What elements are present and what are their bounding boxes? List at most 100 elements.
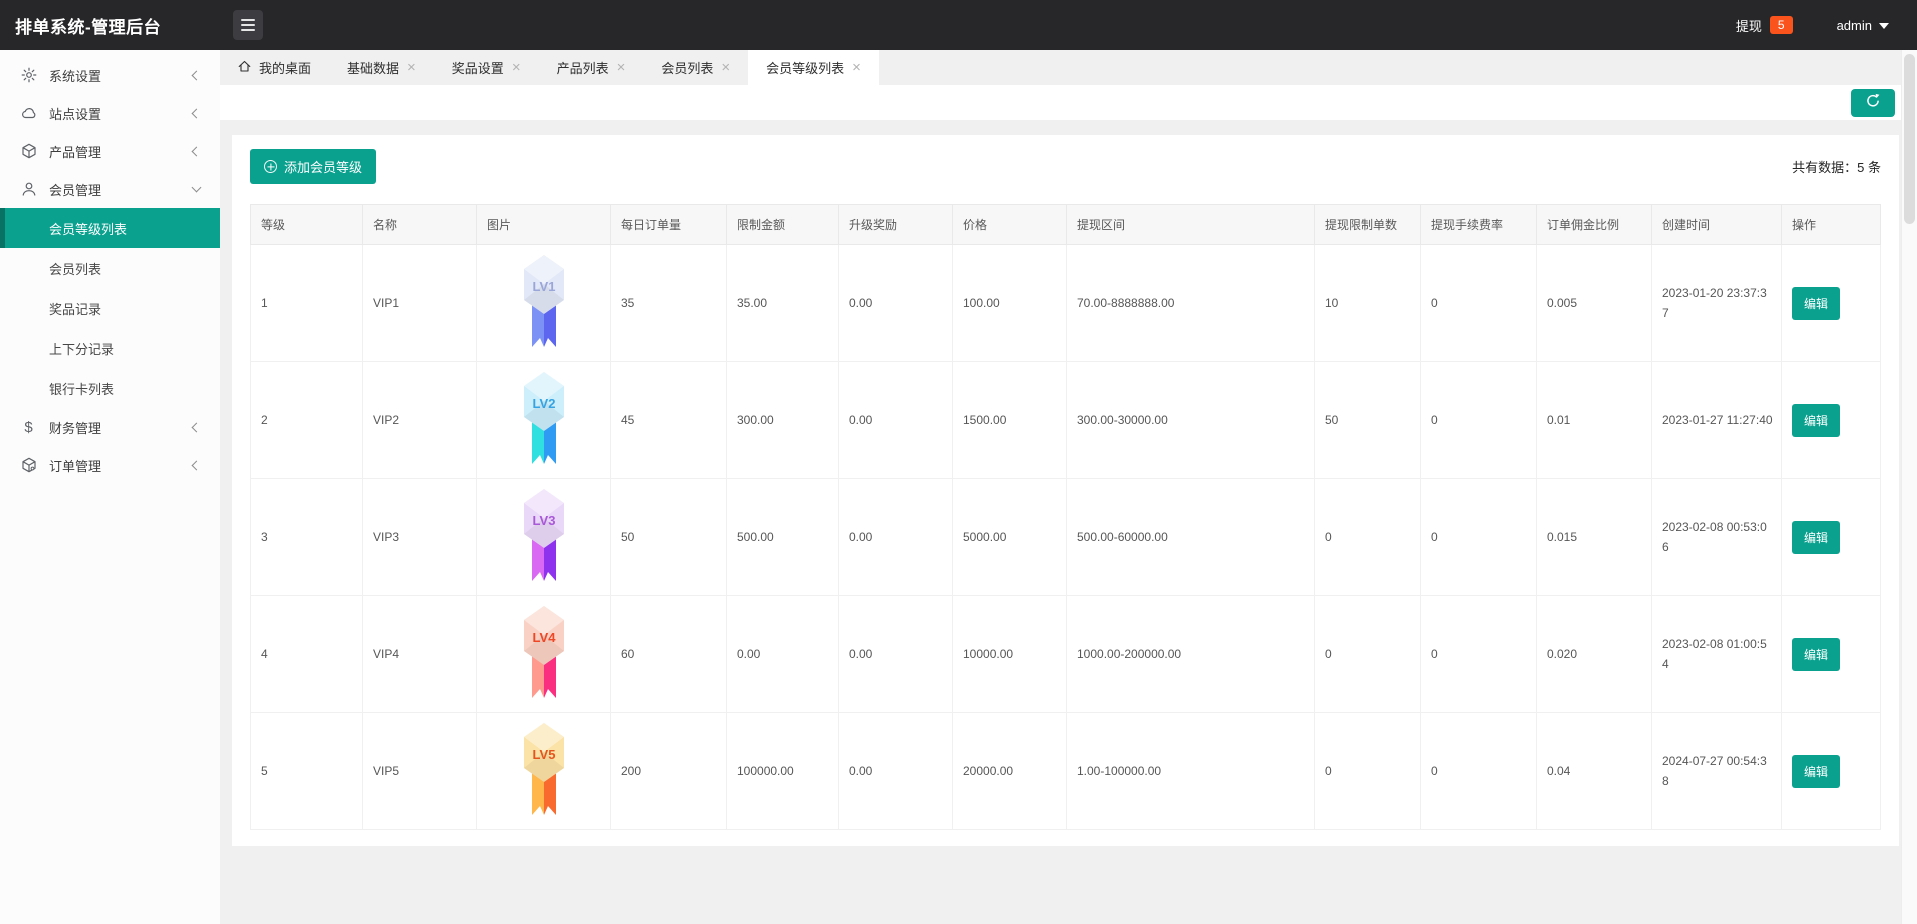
chevron-icon [192,182,202,192]
column-header: 图片 [477,205,611,245]
tab-bar: 我的桌面 × 基础数据 × 奖品设置 × 产品列表 × 会员列表 × 会员等级列… [220,50,1917,85]
level-badge-image: LV3 [521,488,567,584]
column-header: 提现手续费率 [1421,205,1537,245]
cell-withdraw-range: 500.00-60000.00 [1067,479,1315,596]
header-right: 提现 5 admin [1736,16,1917,35]
level-badge-image: LV4 [521,605,567,701]
table-header-row: 等级名称图片每日订单量限制金额升级奖励价格提现区间提现限制单数提现手续费率订单佣… [251,205,1881,245]
table-row: 3 VIP3 LV3 50 500.00 0.00 5000.00 500.00… [251,479,1881,596]
column-header: 等级 [251,205,363,245]
cell-level: 4 [251,596,363,713]
cell-withdraw-limit: 0 [1315,713,1421,830]
cell-daily-orders: 50 [611,479,727,596]
cloud-icon [20,105,37,122]
column-header: 名称 [363,205,477,245]
cell-commission: 0.01 [1537,362,1652,479]
sidebar-subitem[interactable]: 会员等级列表 [0,208,220,248]
cell-actions: 编辑 [1782,245,1881,362]
cell-withdraw-range: 1.00-100000.00 [1067,713,1315,830]
sidebar-subitem[interactable]: 奖品记录 [0,288,220,328]
member-level-table: 等级名称图片每日订单量限制金额升级奖励价格提现区间提现限制单数提现手续费率订单佣… [250,204,1881,830]
top-header: 排单系统-管理后台 提现 5 admin [0,0,1917,50]
sidebar-item-dollar[interactable]: $ 财务管理 [0,408,220,446]
user-menu[interactable]: admin [1837,18,1889,33]
cell-name: VIP3 [363,479,477,596]
close-icon[interactable]: × [617,60,626,75]
cell-limit-amount: 100000.00 [727,713,839,830]
cell-created-time: 2023-01-20 23:37:37 [1652,245,1782,362]
chevron-icon [192,146,202,156]
tab[interactable]: 奖品设置 × [434,50,539,85]
cell-price: 20000.00 [953,713,1067,830]
hamburger-menu-icon[interactable] [233,10,263,40]
cell-name: VIP4 [363,596,477,713]
sidebar-item-package[interactable]: 订单管理 [0,446,220,484]
scrollbar-thumb[interactable] [1904,54,1915,224]
table-row: 1 VIP1 LV1 35 35.00 0.00 100.00 70.00-88… [251,245,1881,362]
tab[interactable]: 会员等级列表 × [748,50,879,85]
table-body: 1 VIP1 LV1 35 35.00 0.00 100.00 70.00-88… [251,245,1881,830]
tab[interactable]: 产品列表 × [539,50,644,85]
level-badge-image: LV5 [521,722,567,818]
cell-price: 100.00 [953,245,1067,362]
app-title: 排单系统-管理后台 [0,13,220,38]
edit-button[interactable]: 编辑 [1792,638,1840,671]
column-header: 价格 [953,205,1067,245]
cell-withdraw-limit: 0 [1315,479,1421,596]
sidebar-item-cloud[interactable]: 站点设置 [0,94,220,132]
scrollbar[interactable] [1901,50,1917,924]
column-header: 升级奖励 [839,205,953,245]
sidebar-item-gear[interactable]: 系统设置 [0,56,220,94]
tab[interactable]: 会员列表 × [643,50,748,85]
withdraw-menu[interactable]: 提现 5 [1736,16,1793,35]
cell-withdraw-fee: 0 [1421,479,1537,596]
home-icon [238,60,251,76]
sidebar-item-cube[interactable]: 产品管理 [0,132,220,170]
tab[interactable]: 基础数据 × [329,50,434,85]
gear-icon [20,67,37,84]
close-icon[interactable]: × [512,60,521,75]
cell-created-time: 2024-07-27 00:54:38 [1652,713,1782,830]
username: admin [1837,18,1872,33]
column-header: 提现区间 [1067,205,1315,245]
svg-text:LV1: LV1 [532,279,555,294]
close-icon[interactable]: × [852,60,861,75]
cell-actions: 编辑 [1782,479,1881,596]
cell-price: 5000.00 [953,479,1067,596]
withdraw-label: 提现 [1736,16,1762,35]
cell-withdraw-range: 1000.00-200000.00 [1067,596,1315,713]
edit-button[interactable]: 编辑 [1792,521,1840,554]
close-icon[interactable]: × [721,60,730,75]
cell-image: LV4 [477,596,611,713]
add-member-level-button[interactable]: 添加会员等级 [250,149,376,184]
cell-commission: 0.015 [1537,479,1652,596]
svg-text:LV3: LV3 [532,513,555,528]
package-icon [20,457,37,474]
cell-actions: 编辑 [1782,713,1881,830]
tab[interactable]: 我的桌面 × [220,50,329,85]
refresh-button[interactable] [1851,89,1895,117]
edit-button[interactable]: 编辑 [1792,755,1840,788]
cell-actions: 编辑 [1782,362,1881,479]
column-header: 创建时间 [1652,205,1782,245]
table-row: 2 VIP2 LV2 45 300.00 0.00 1500.00 300.00… [251,362,1881,479]
sidebar-subitem[interactable]: 银行卡列表 [0,368,220,408]
cell-image: LV5 [477,713,611,830]
cell-upgrade-reward: 0.00 [839,362,953,479]
cell-created-time: 2023-02-08 00:53:06 [1652,479,1782,596]
sidebar-item-user[interactable]: 会员管理 [0,170,220,208]
cell-withdraw-range: 300.00-30000.00 [1067,362,1315,479]
edit-button[interactable]: 编辑 [1792,404,1840,437]
sidebar-subitem[interactable]: 会员列表 [0,248,220,288]
table-row: 5 VIP5 LV5 200 100000.00 0.00 20000.00 1… [251,713,1881,830]
cell-daily-orders: 35 [611,245,727,362]
close-icon[interactable]: × [407,60,416,75]
cell-limit-amount: 500.00 [727,479,839,596]
cell-withdraw-limit: 10 [1315,245,1421,362]
level-badge-image: LV1 [521,254,567,350]
edit-button[interactable]: 编辑 [1792,287,1840,320]
chevron-down-icon [1879,23,1889,29]
sidebar-subitem[interactable]: 上下分记录 [0,328,220,368]
cell-image: LV3 [477,479,611,596]
cell-image: LV1 [477,245,611,362]
